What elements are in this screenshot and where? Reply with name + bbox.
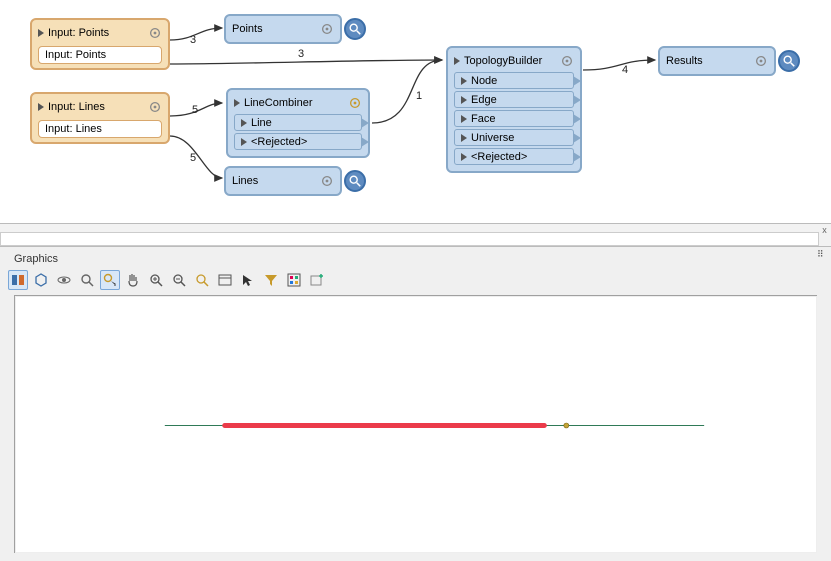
inspector-points[interactable]: Points: [224, 14, 342, 44]
graphics-toolbar: [8, 269, 327, 291]
reader-lines-title: Input: Lines: [48, 101, 144, 113]
port-label: Edge: [471, 94, 497, 106]
select-icon[interactable]: [100, 270, 120, 290]
view3d-icon[interactable]: [31, 270, 51, 290]
graphics-viewport[interactable]: [14, 295, 817, 553]
gear-icon[interactable]: [320, 174, 334, 188]
chevron-right-icon: [461, 153, 467, 161]
port-label: <Rejected>: [471, 151, 527, 163]
orbit-icon[interactable]: [54, 270, 74, 290]
chevron-right-icon: [241, 119, 247, 127]
gear-icon[interactable]: [148, 26, 162, 40]
edge-count: 3: [298, 48, 304, 60]
port-rejected[interactable]: <Rejected>: [454, 148, 574, 165]
gear-icon[interactable]: [560, 54, 574, 68]
transformer-topologybuilder[interactable]: TopologyBuilder Node Edge Face Universe …: [446, 46, 582, 173]
edge-count: 1: [416, 90, 422, 102]
zoom-extents-icon[interactable]: [192, 270, 212, 290]
inspector-results-group: Results: [658, 46, 800, 76]
results-label: Results: [666, 55, 750, 67]
panel-title: Graphics: [14, 253, 58, 265]
transformer-linecombiner[interactable]: LineCombiner Line <Rejected>: [226, 88, 370, 158]
port-label: Input: Points: [45, 49, 106, 61]
inspector-points-group: Points: [224, 14, 366, 44]
magnifier-icon[interactable]: [344, 170, 366, 192]
port-rejected[interactable]: <Rejected>: [234, 133, 362, 150]
display-control-icon[interactable]: [284, 270, 304, 290]
magnifier-icon[interactable]: [778, 50, 800, 72]
inspector-points-label: Points: [232, 23, 316, 35]
port-line[interactable]: Line: [234, 114, 362, 131]
port-label: Node: [471, 75, 497, 87]
linecombiner-title: LineCombiner: [244, 97, 344, 109]
gear-icon[interactable]: [348, 96, 362, 110]
edge-count: 5: [192, 104, 198, 116]
topologybuilder-title: TopologyBuilder: [464, 55, 556, 67]
chevron-right-icon: [461, 134, 467, 142]
inspector-lines[interactable]: Lines: [224, 166, 342, 196]
edge-count: 5: [190, 152, 196, 164]
reader-lines-port[interactable]: Input: Lines: [38, 120, 162, 138]
inspector-results[interactable]: Results: [658, 46, 776, 76]
graphics-svg: [15, 296, 817, 553]
new-view-icon[interactable]: [307, 270, 327, 290]
port-label: <Rejected>: [251, 136, 307, 148]
expand-icon[interactable]: [38, 29, 44, 37]
graphics-panel: Graphics ⠿: [0, 247, 831, 561]
dock-icon[interactable]: ⠿: [817, 249, 827, 259]
pick-icon[interactable]: [238, 270, 258, 290]
zoom-out-icon[interactable]: [169, 270, 189, 290]
chevron-right-icon: [461, 77, 467, 85]
reader-points[interactable]: Input: Points Input: Points: [30, 18, 170, 70]
reader-points-title: Input: Points: [48, 27, 144, 39]
port-node[interactable]: Node: [454, 72, 574, 89]
filter-icon[interactable]: [261, 270, 281, 290]
expand-icon[interactable]: [234, 99, 240, 107]
zoom-in-icon[interactable]: [146, 270, 166, 290]
expand-icon[interactable]: [454, 57, 460, 65]
splitter-bar[interactable]: x: [0, 223, 831, 247]
view2d-icon[interactable]: [8, 270, 28, 290]
close-icon[interactable]: x: [820, 226, 829, 235]
inspector-lines-label: Lines: [232, 175, 316, 187]
edge-count: 4: [622, 64, 628, 76]
port-label: Universe: [471, 132, 514, 144]
port-label: Line: [251, 117, 272, 129]
splitter-track: [0, 232, 819, 246]
port-face[interactable]: Face: [454, 110, 574, 127]
gear-icon[interactable]: [148, 100, 162, 114]
expand-icon[interactable]: [38, 103, 44, 111]
reader-points-port[interactable]: Input: Points: [38, 46, 162, 64]
magnifier-icon[interactable]: [344, 18, 366, 40]
gear-icon[interactable]: [320, 22, 334, 36]
port-label: Input: Lines: [45, 123, 102, 135]
gear-icon[interactable]: [754, 54, 768, 68]
port-label: Face: [471, 113, 495, 125]
inspector-lines-group: Lines: [224, 166, 366, 196]
pan-icon[interactable]: [123, 270, 143, 290]
workspace-canvas[interactable]: Input: Points Input: Points Input: Lines…: [0, 0, 831, 210]
zoom-select-icon[interactable]: [77, 270, 97, 290]
reader-lines[interactable]: Input: Lines Input: Lines: [30, 92, 170, 144]
chevron-right-icon: [461, 96, 467, 104]
window-icon[interactable]: [215, 270, 235, 290]
edge-count: 3: [190, 34, 196, 46]
port-edge[interactable]: Edge: [454, 91, 574, 108]
chevron-right-icon: [461, 115, 467, 123]
port-universe[interactable]: Universe: [454, 129, 574, 146]
chevron-right-icon: [241, 138, 247, 146]
